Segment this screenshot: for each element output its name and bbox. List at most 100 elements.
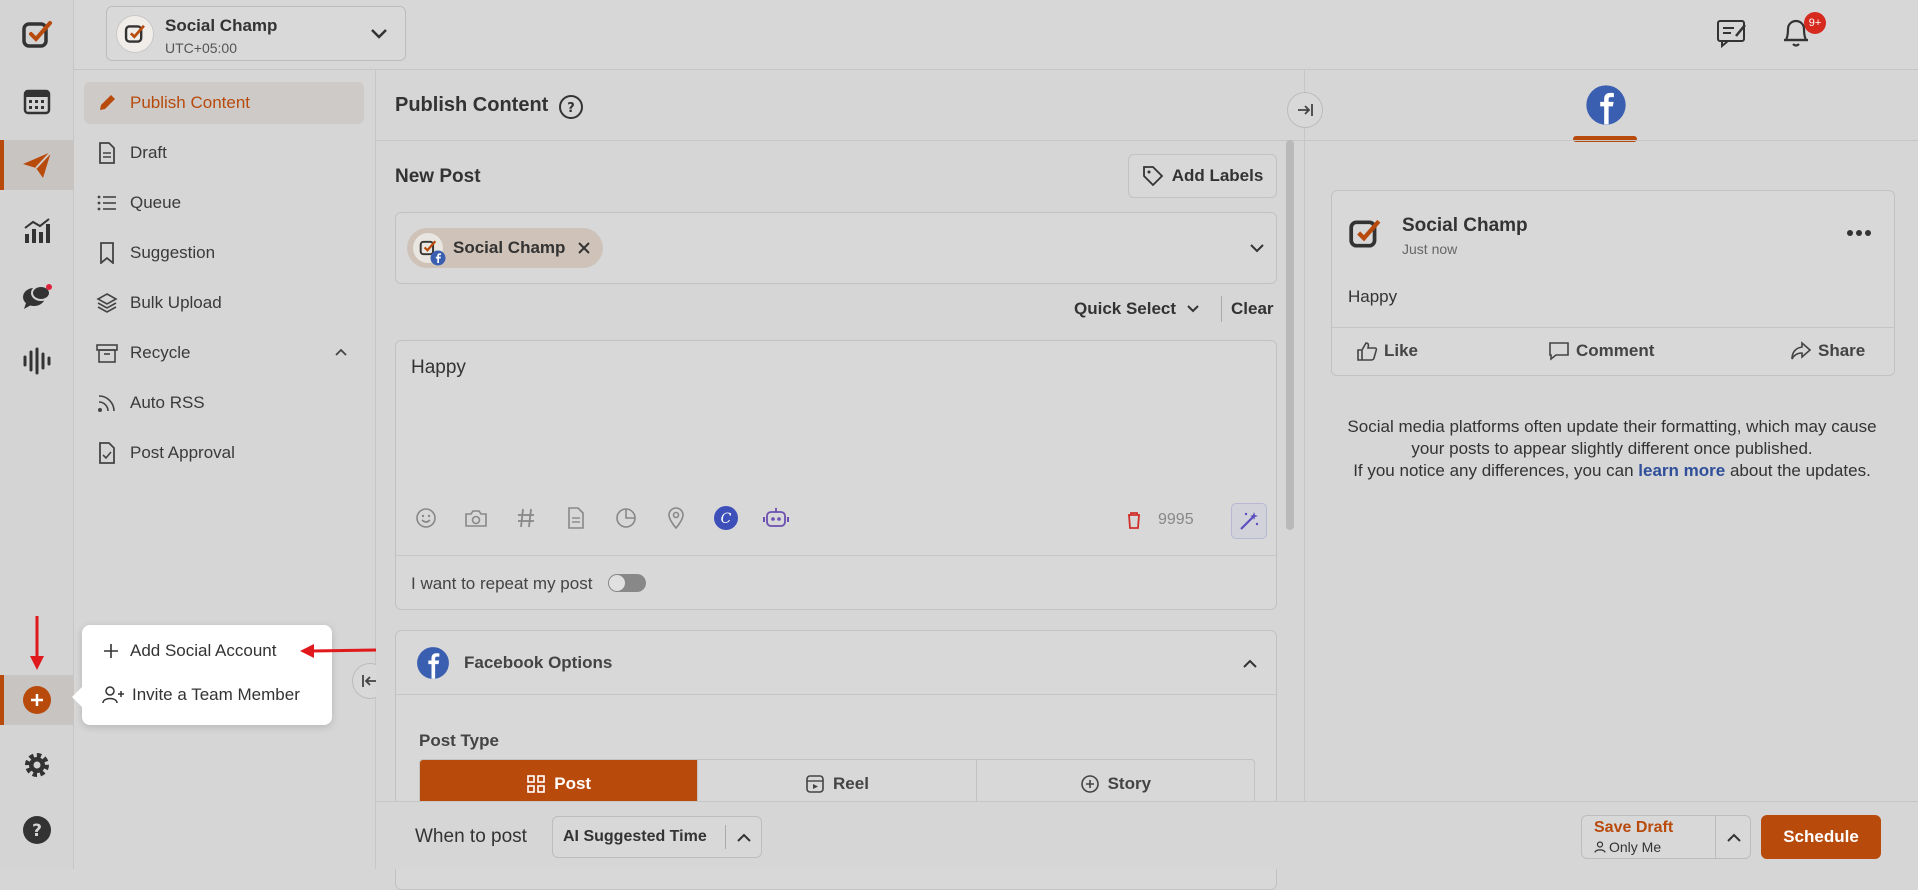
plus-icon [104,644,118,658]
share-action[interactable]: Share [1790,341,1865,361]
page-title: Publish Content [395,94,549,116]
help-circle-icon[interactable]: ? [558,94,584,120]
account-avatar [116,15,154,53]
account-name: Social Champ [165,16,278,35]
trash-icon[interactable] [1126,511,1142,529]
sidebar-item-recycle[interactable]: Recycle [84,332,364,374]
pie-chart-icon[interactable] [611,503,641,533]
list-icon [96,192,118,214]
sidebar-item-post-approval[interactable]: Post Approval [84,432,364,474]
top-bar: Social Champ UTC+05:00 9+ [74,0,1918,70]
sidebar-item-suggestion[interactable]: Suggestion [84,232,364,274]
hashtag-icon[interactable] [511,503,541,533]
sidebar-item-label: Recycle [130,343,191,362]
add-circle-icon [1080,775,1099,793]
sidebar-item-label: Post Approval [130,443,235,462]
comment-icon [1549,342,1569,361]
analytics-icon[interactable] [0,206,74,256]
publish-sidebar: Publish Content Draft Queue Suggestion B… [74,70,388,869]
share-label: Share [1818,341,1866,360]
chevron-up-icon[interactable] [1726,831,1742,843]
user-icon [1594,841,1606,853]
account-switcher[interactable]: Social Champ UTC+05:00 [106,6,406,61]
collapse-right-icon [1298,104,1313,116]
sidebar-item-draft[interactable]: Draft [84,132,364,174]
new-post-heading: New Post [395,166,481,187]
preview-text: Happy [1348,287,1398,306]
post-type-label: Post Type [419,731,499,750]
post-preview-card: Social Champ Just now Happy Like Comment… [1331,190,1895,376]
divider [1332,327,1894,328]
sidebar-item-publish-content[interactable]: Publish Content [84,82,364,124]
divider [1305,140,1918,141]
selected-account-chip: Social Champ [407,228,603,268]
help-icon[interactable]: ? [0,805,74,855]
canva-icon[interactable]: C [711,503,741,533]
add-social-account-item[interactable]: Add Social Account [102,641,276,661]
sidebar-item-label: Queue [130,193,182,212]
account-timezone: UTC+05:00 [165,40,237,56]
location-pin-icon[interactable] [661,503,691,533]
note-text: If you notice any differences, you can [1353,461,1634,480]
compose-notes-icon[interactable] [1716,18,1748,48]
like-action[interactable]: Like [1356,341,1418,361]
note-line: Social media platforms often update thei… [1347,417,1877,436]
repeat-post-toggle[interactable] [608,574,646,592]
post-type-label: Post [554,774,592,793]
ai-robot-icon[interactable] [761,503,791,533]
divider [396,555,1276,556]
clear-button[interactable]: Clear [1231,299,1274,319]
emoji-icon[interactable] [411,503,441,533]
menu-item-label: Invite a Team Member [132,685,300,704]
tag-icon [1142,166,1163,187]
when-to-post-label: When to post [415,826,527,847]
sidebar-item-label: Publish Content [130,93,251,112]
invite-team-member-item[interactable]: Invite a Team Member [102,685,300,705]
comment-label: Comment [1576,341,1655,360]
calendar-icon[interactable] [0,76,74,126]
visibility-select[interactable]: Only Me [1594,839,1661,855]
divider [1221,296,1222,322]
post-time-select[interactable]: AI Suggested Time [552,816,762,858]
comment-action[interactable]: Comment [1548,341,1654,361]
camera-icon[interactable] [461,503,491,533]
listening-icon[interactable] [0,336,74,386]
close-icon[interactable] [577,241,591,255]
reel-icon [806,775,824,793]
collapse-preview-button[interactable] [1287,92,1323,128]
settings-icon[interactable] [0,740,74,790]
scrollbar[interactable] [1286,140,1294,530]
chevron-down-icon [1250,244,1264,253]
svg-text:?: ? [567,101,575,116]
facebook-options-header[interactable]: Facebook Options [396,631,1276,695]
save-draft-button[interactable]: Save Draft [1594,819,1673,837]
add-labels-label: Add Labels [1171,166,1264,185]
more-options-icon[interactable] [1846,229,1872,237]
facebook-options-title: Facebook Options [464,653,613,672]
document-icon [96,142,118,164]
publish-icon[interactable] [0,140,74,190]
sidebar-item-queue[interactable]: Queue [84,182,364,224]
share-icon [1791,341,1812,360]
time-option-label: AI Suggested Time [563,828,707,845]
add-labels-button[interactable]: Add Labels [1128,154,1277,198]
add-icon[interactable] [0,675,74,725]
ai-magic-button[interactable] [1231,503,1267,539]
document-icon[interactable] [561,503,591,533]
schedule-button[interactable]: Schedule [1761,815,1881,859]
rss-icon [96,392,118,414]
layers-icon [96,292,118,314]
editor-box: Happy C 9995 I want to repeat my post [395,340,1277,610]
post-textarea[interactable]: Happy [411,357,466,379]
learn-more-link[interactable]: learn more [1638,461,1725,480]
chevron-up-icon[interactable] [334,347,348,357]
quick-select-dropdown[interactable]: Quick Select [1074,297,1200,321]
thumbs-up-icon [1357,342,1378,361]
schedule-bar: When to post AI Suggested Time Save Draf… [376,801,1918,869]
sidebar-item-bulk-upload[interactable]: Bulk Upload [84,282,364,324]
facebook-tab-icon[interactable] [1585,84,1627,126]
logo-icon[interactable] [0,10,74,60]
account-selector[interactable]: Social Champ [395,212,1277,284]
sidebar-item-auto-rss[interactable]: Auto RSS [84,382,364,424]
engage-icon[interactable] [0,272,74,322]
